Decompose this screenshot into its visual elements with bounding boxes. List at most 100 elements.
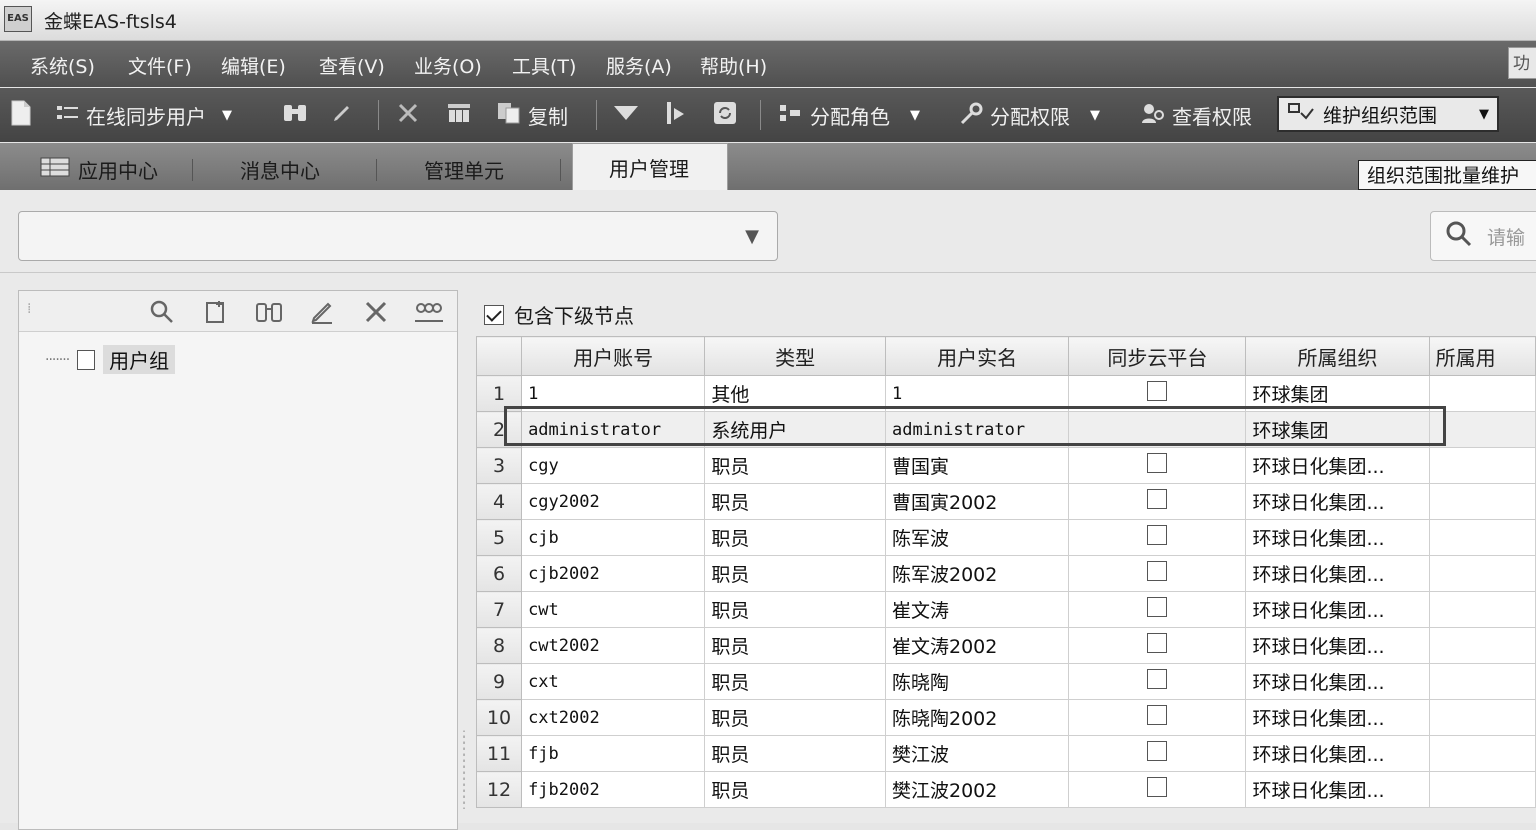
cell-org[interactable]: 环球集团 [1245, 411, 1430, 448]
cell-type[interactable]: 其他 [704, 375, 886, 412]
tab-app-center[interactable]: 应用中心 [40, 152, 158, 186]
menu-tools[interactable]: 工具(T) [512, 52, 576, 79]
table-row[interactable]: 6 cjb2002 职员 陈军波2002 环球日化集团... [475, 555, 1536, 592]
cell-account[interactable]: cxt [521, 663, 706, 700]
cell-account[interactable]: cxt2002 [521, 699, 706, 736]
cell-type[interactable]: 系统用户 [704, 411, 886, 448]
table-row[interactable]: 12 fjb2002 职员 樊江波2002 环球日化集团... [475, 771, 1536, 808]
cell-sync-cloud[interactable] [1068, 663, 1247, 700]
search-icon[interactable] [149, 299, 175, 330]
chevron-down-icon[interactable]: ▼ [222, 108, 232, 123]
menu-edit[interactable]: 编辑(E) [221, 52, 286, 79]
checkbox[interactable] [484, 304, 504, 325]
menu-view[interactable]: 查看(V) [319, 52, 385, 79]
cell-org-extra[interactable] [1428, 555, 1536, 592]
cell-real-name[interactable]: 陈晓陶 [884, 663, 1070, 700]
find-button[interactable] [282, 101, 308, 129]
import-button[interactable] [664, 101, 690, 129]
cell-sync-cloud[interactable] [1068, 555, 1247, 592]
splitter-handle[interactable]: ::::::::::::: [462, 727, 470, 811]
row-number[interactable]: 2 [475, 411, 523, 448]
edit-button[interactable] [330, 101, 354, 129]
col-header-sync-cloud[interactable]: 同步云平台 [1068, 336, 1247, 376]
cell-org[interactable]: 环球日化集团... [1245, 699, 1430, 736]
menu-file[interactable]: 文件(F) [128, 52, 192, 79]
cell-org-extra[interactable] [1428, 771, 1536, 808]
cell-sync-cloud[interactable] [1068, 519, 1247, 556]
cell-org[interactable]: 环球日化集团... [1245, 555, 1430, 592]
cell-account[interactable]: cjb2002 [521, 555, 706, 592]
sync-checkbox[interactable] [1147, 489, 1168, 509]
chevron-down-icon[interactable]: ▼ [1090, 108, 1100, 123]
col-header-account[interactable]: 用户账号 [521, 336, 706, 376]
assign-permission-button[interactable]: 分配权限 ▼ [958, 101, 1100, 129]
col-header-org-extra[interactable]: 所属用 [1428, 336, 1536, 376]
cell-account[interactable]: cwt2002 [521, 627, 706, 664]
sync-checkbox[interactable] [1147, 381, 1168, 401]
cell-real-name[interactable]: 陈晓陶2002 [884, 699, 1070, 736]
refresh-button[interactable] [712, 101, 738, 129]
cell-type[interactable]: 职员 [704, 447, 886, 484]
cell-account[interactable]: fjb2002 [521, 771, 706, 808]
tab-user-management[interactable]: 用户管理 [572, 143, 728, 191]
menu-help[interactable]: 帮助(H) [700, 52, 767, 79]
cell-org-extra[interactable] [1428, 591, 1536, 628]
cell-sync-cloud[interactable] [1068, 447, 1247, 484]
chevron-down-icon[interactable]: ▼ [910, 108, 920, 123]
cell-real-name[interactable]: administrator [884, 411, 1070, 448]
cell-sync-cloud[interactable] [1068, 375, 1247, 412]
cell-real-name[interactable]: 樊江波2002 [884, 771, 1070, 808]
tab-management-unit[interactable]: 管理单元 [424, 152, 504, 186]
sync-checkbox[interactable] [1147, 633, 1168, 653]
cell-sync-cloud[interactable] [1068, 771, 1247, 808]
cell-type[interactable]: 职员 [704, 591, 886, 628]
cell-real-name[interactable]: 陈军波 [884, 519, 1070, 556]
table-row[interactable]: 11 fjb 职员 樊江波 环球日化集团... [475, 735, 1536, 772]
sync-checkbox[interactable] [1147, 561, 1168, 581]
cell-sync-cloud[interactable] [1068, 411, 1247, 448]
table-row[interactable]: 4 cgy2002 职员 曹国寅2002 环球日化集团... [475, 483, 1536, 520]
cell-org[interactable]: 环球集团 [1245, 375, 1430, 412]
cell-account[interactable]: administrator [521, 411, 706, 448]
cell-sync-cloud[interactable] [1068, 591, 1247, 628]
cell-account[interactable]: fjb [521, 735, 706, 772]
cell-account[interactable]: 1 [521, 375, 706, 412]
cell-org[interactable]: 环球日化集团... [1245, 447, 1430, 484]
cell-org-extra[interactable] [1428, 483, 1536, 520]
close-icon[interactable] [363, 299, 389, 330]
chevron-down-icon[interactable]: ▼ [1479, 107, 1489, 122]
assign-role-button[interactable]: 分配角色 ▼ [778, 101, 920, 129]
include-sub-nodes-checkbox[interactable]: 包含下级节点 [484, 300, 634, 329]
row-number[interactable]: 1 [475, 375, 523, 412]
cell-real-name[interactable]: 陈军波2002 [884, 555, 1070, 592]
copy-button[interactable]: 复制 [496, 101, 568, 129]
chevron-down-icon[interactable]: ▼ [745, 226, 759, 247]
cell-account[interactable]: cgy [521, 447, 706, 484]
cell-org-extra[interactable] [1428, 411, 1536, 448]
pencil-icon[interactable] [309, 299, 335, 330]
cell-account[interactable]: cjb [521, 519, 706, 556]
row-number[interactable]: 3 [475, 447, 523, 484]
cell-real-name[interactable]: 曹国寅 [884, 447, 1070, 484]
table-row[interactable]: 5 cjb 职员 陈军波 环球日化集团... [475, 519, 1536, 556]
delete-button[interactable] [396, 101, 420, 129]
cell-type[interactable]: 职员 [704, 483, 886, 520]
cell-real-name[interactable]: 樊江波 [884, 735, 1070, 772]
cell-org[interactable]: 环球日化集团... [1245, 663, 1430, 700]
menu-service[interactable]: 服务(A) [606, 52, 672, 79]
view-permission-button[interactable]: 查看权限 [1140, 101, 1252, 129]
cell-account[interactable]: cwt [521, 591, 706, 628]
cell-org-extra[interactable] [1428, 627, 1536, 664]
sync-checkbox[interactable] [1147, 453, 1168, 473]
cell-sync-cloud[interactable] [1068, 735, 1247, 772]
menu-business[interactable]: 业务(O) [414, 52, 482, 79]
col-header-real-name[interactable]: 用户实名 [884, 336, 1070, 376]
cell-org[interactable]: 环球日化集团... [1245, 771, 1430, 808]
tab-message-center[interactable]: 消息中心 [240, 152, 320, 186]
cell-type[interactable]: 职员 [704, 555, 886, 592]
cell-real-name[interactable]: 崔文涛2002 [884, 627, 1070, 664]
binoculars-icon[interactable] [255, 299, 283, 330]
cell-real-name[interactable]: 崔文涛 [884, 591, 1070, 628]
group-button[interactable] [446, 101, 472, 129]
cell-real-name[interactable]: 曹国寅2002 [884, 483, 1070, 520]
